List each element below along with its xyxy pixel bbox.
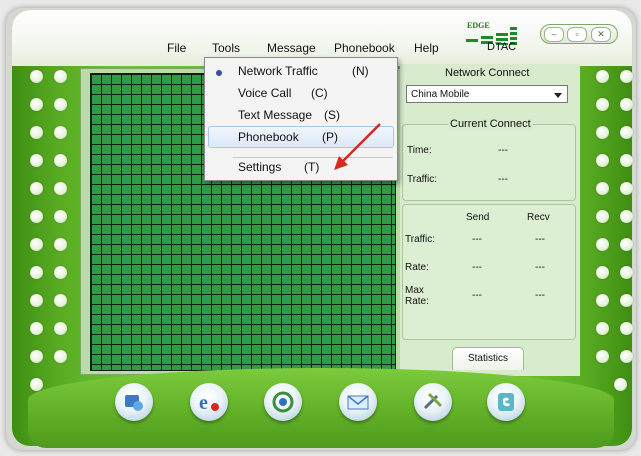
sync-icon bbox=[272, 391, 294, 413]
radio-selected-icon bbox=[216, 70, 222, 76]
internet-icon: e bbox=[199, 392, 219, 414]
traffic-label: Traffic: bbox=[407, 174, 438, 185]
stats-max-rate-send: --- bbox=[472, 290, 482, 301]
stats-traffic-send: --- bbox=[472, 234, 482, 245]
menu-item-shortcut: (N) bbox=[352, 64, 369, 78]
connect-icon bbox=[125, 395, 143, 411]
internet-button[interactable]: e bbox=[190, 383, 228, 421]
time-label: Time: bbox=[407, 145, 432, 156]
close-icon[interactable]: ✕ bbox=[591, 27, 611, 42]
traffic-value: --- bbox=[498, 174, 508, 185]
minimize-icon[interactable]: – bbox=[544, 27, 564, 42]
network-connect-title: Network Connect bbox=[445, 67, 530, 79]
recv-header: Recv bbox=[527, 212, 550, 223]
message-icon bbox=[347, 395, 369, 410]
menu-item-label: Settings bbox=[238, 160, 282, 174]
menu-message[interactable]: Message bbox=[267, 41, 316, 55]
stats-max-rate-recv: --- bbox=[535, 290, 545, 301]
network-type-label: EDGE bbox=[467, 21, 490, 30]
current-connect-title: Current Connect bbox=[448, 118, 533, 130]
phonebook-icon bbox=[498, 393, 514, 411]
connect-button[interactable] bbox=[115, 383, 153, 421]
menu-tools[interactable]: Tools bbox=[212, 41, 240, 55]
send-header: Send bbox=[466, 212, 490, 223]
annotation-arrow-icon bbox=[334, 123, 381, 170]
menu-help[interactable]: Help bbox=[414, 41, 439, 55]
window-controls: – ▫ ✕ bbox=[540, 24, 618, 44]
tools-icon bbox=[423, 392, 443, 410]
menu-item-shortcut: (C) bbox=[311, 86, 328, 100]
svg-text:e: e bbox=[199, 392, 208, 414]
stats-traffic-recv: --- bbox=[535, 234, 545, 245]
menu-item-voice-call[interactable]: Voice Call (C) bbox=[205, 82, 397, 104]
time-value: --- bbox=[498, 145, 508, 156]
stats-rate-label: Rate: bbox=[405, 262, 429, 273]
carrier-name: DTAC bbox=[487, 41, 517, 53]
maximize-icon[interactable]: ▫ bbox=[567, 27, 587, 42]
menu-item-shortcut: (T) bbox=[304, 160, 320, 174]
stats-traffic-label: Traffic: bbox=[405, 234, 436, 245]
chevron-down-icon bbox=[554, 93, 562, 98]
sync-button[interactable] bbox=[264, 383, 302, 421]
message-button[interactable] bbox=[339, 383, 377, 421]
phonebook-button[interactable] bbox=[487, 383, 525, 421]
stats-max-rate-label: Max Rate: bbox=[405, 285, 429, 307]
tab-statistics[interactable]: Statistics bbox=[452, 347, 524, 370]
menu-item-label: Text Message bbox=[238, 108, 313, 122]
menu-item-label: Network Traffic bbox=[238, 64, 318, 78]
menu-item-label: Voice Call bbox=[238, 86, 292, 100]
menu-phonebook[interactable]: Phonebook bbox=[334, 41, 395, 55]
stats-rate-recv: --- bbox=[535, 262, 545, 273]
network-select-value: China Mobile bbox=[411, 89, 470, 100]
network-select[interactable]: China Mobile bbox=[406, 85, 568, 103]
tools-button[interactable] bbox=[414, 383, 452, 421]
menu-item-network-traffic[interactable]: Network Traffic (N) bbox=[205, 60, 397, 82]
menu-file[interactable]: File bbox=[167, 41, 186, 55]
current-connect-box bbox=[402, 124, 576, 201]
stats-rate-send: --- bbox=[472, 262, 482, 273]
menu-item-label: Phonebook bbox=[238, 130, 299, 144]
